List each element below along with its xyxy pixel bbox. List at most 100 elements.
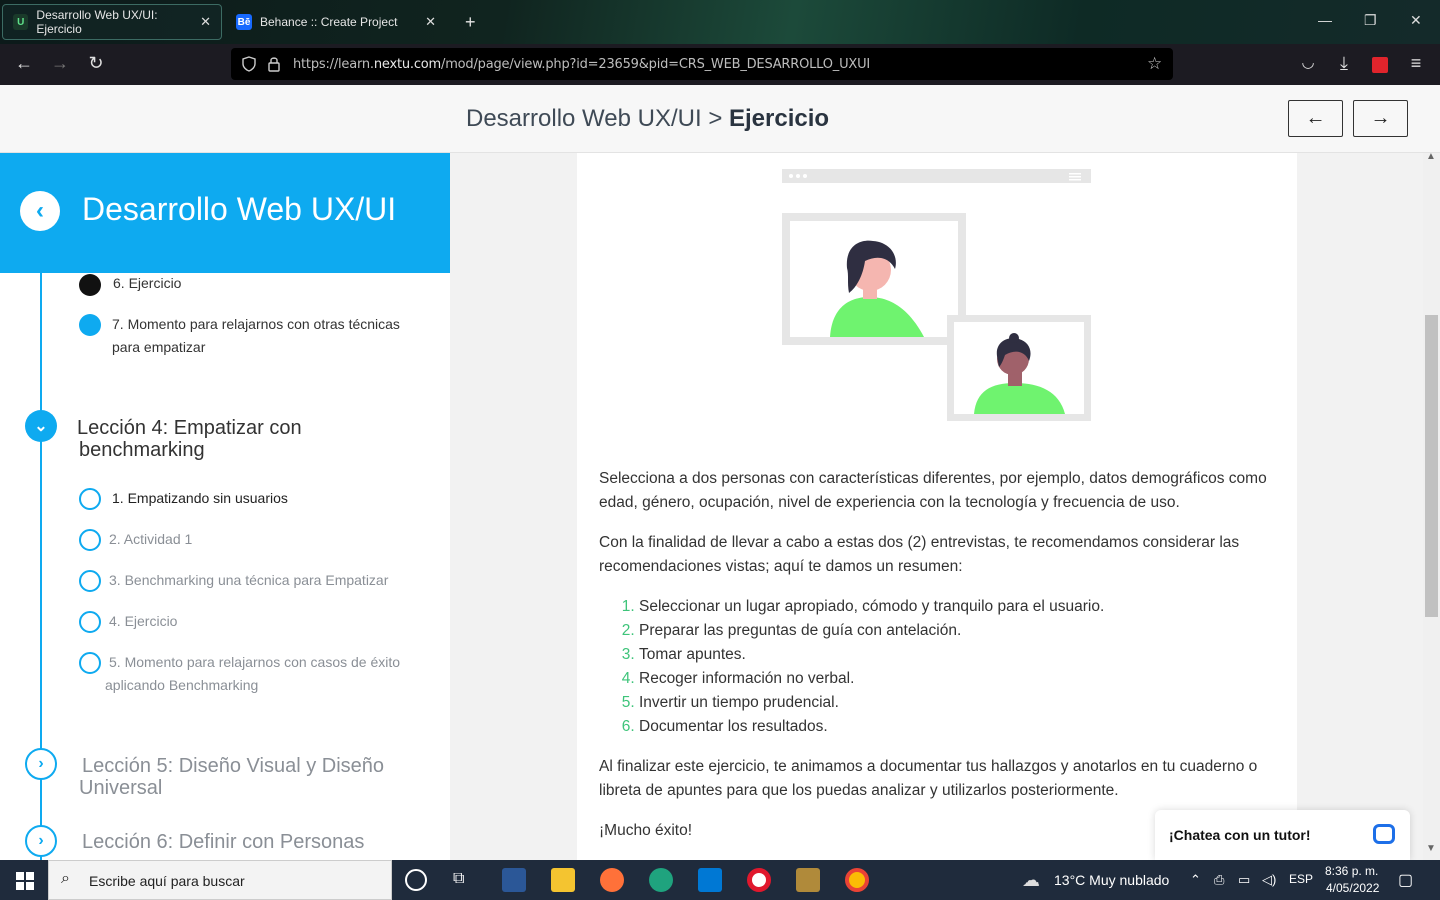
chevron-right-icon: › bbox=[38, 832, 44, 849]
language-indicator[interactable]: ESP bbox=[1289, 872, 1313, 886]
close-icon[interactable]: ✕ bbox=[200, 14, 211, 30]
bookmark-star-icon[interactable]: ☆ bbox=[1147, 54, 1162, 74]
list-item: Tomar apuntes. bbox=[639, 643, 1279, 667]
chevron-left-icon: ‹ bbox=[36, 197, 44, 224]
scroll-up-icon[interactable]: ▲ bbox=[1426, 151, 1436, 162]
lock-icon bbox=[268, 57, 280, 72]
close-icon[interactable]: ✕ bbox=[425, 14, 436, 30]
cloudy-weather-icon[interactable]: ☁ bbox=[1022, 870, 1040, 891]
lesson-4-title[interactable]: Lección 4: Empatizar con benchmarking bbox=[77, 417, 302, 461]
download-icon[interactable]: ⤓ bbox=[1332, 53, 1356, 74]
browser-nav-bar: ← → ↻ https://learn.nextu.com/mod/page/v… bbox=[0, 44, 1440, 85]
chevron-right-icon: › bbox=[38, 755, 44, 772]
tab-behance[interactable]: Bē Behance :: Create Project ✕ bbox=[226, 4, 446, 40]
list-item: Invertir un tiempo prudencial. bbox=[639, 691, 1279, 715]
task-view-icon[interactable]: ⧉ bbox=[453, 870, 464, 888]
url-text: https://learn.nextu.com/mod/page/view.ph… bbox=[293, 57, 871, 72]
tab-title: Desarrollo Web UX/UI: Ejercicio bbox=[36, 8, 158, 36]
pocket-icon[interactable]: ◡ bbox=[1296, 53, 1320, 71]
search-icon: ⌕ bbox=[61, 870, 70, 887]
edge-icon[interactable] bbox=[649, 868, 673, 892]
sidebar-item-empatizando[interactable]: 1. Empatizando sin usuarios bbox=[112, 487, 288, 510]
breadcrumb-current: Ejercicio bbox=[729, 105, 830, 132]
extension-icon[interactable] bbox=[1372, 57, 1388, 73]
page-scrollbar[interactable]: ▲ ▼ bbox=[1423, 151, 1440, 860]
forward-icon[interactable]: → bbox=[48, 53, 72, 74]
opera-icon[interactable] bbox=[747, 868, 771, 892]
paragraph-closing: Al finalizar este ejercicio, te animamos… bbox=[599, 758, 1258, 799]
prev-page-button[interactable]: ← bbox=[1288, 100, 1343, 137]
firefox-icon[interactable] bbox=[600, 868, 624, 892]
paragraph-intro: Selecciona a dos personas con caracterís… bbox=[599, 470, 1267, 511]
sidebar-item-actividad-1[interactable]: 2. Actividad 1 bbox=[109, 528, 192, 551]
progress-dot-empty bbox=[79, 488, 101, 510]
clock-time[interactable]: 8:36 p. m. bbox=[1325, 864, 1378, 878]
breadcrumb-separator: > bbox=[708, 105, 723, 132]
restore-icon[interactable]: ❐ bbox=[1364, 12, 1377, 29]
url-bar[interactable]: https://learn.nextu.com/mod/page/view.ph… bbox=[231, 48, 1173, 80]
chevron-down-icon: ⌄ bbox=[34, 418, 48, 435]
cortana-icon[interactable] bbox=[405, 869, 427, 891]
list-item: Documentar los resultados. bbox=[639, 715, 1279, 739]
file-explorer-icon[interactable] bbox=[551, 868, 575, 892]
sidebar-item-ejercicio-4[interactable]: 4. Ejercicio bbox=[109, 610, 177, 633]
notifications-icon[interactable]: ▢ bbox=[1398, 870, 1413, 890]
league-of-legends-icon[interactable] bbox=[796, 868, 820, 892]
lesson-6-toggle[interactable]: › bbox=[25, 825, 57, 857]
recommendations-list: Seleccionar un lugar apropiado, cómodo y… bbox=[639, 595, 1279, 739]
arrow-left-icon: ← bbox=[1305, 107, 1326, 129]
sidebar-title: Desarrollo Web UX/UI bbox=[82, 191, 397, 227]
scrollbar-thumb[interactable] bbox=[1425, 315, 1438, 617]
breadcrumb-course[interactable]: Desarrollo Web UX/UI bbox=[466, 105, 702, 132]
window-close-icon[interactable]: ✕ bbox=[1410, 12, 1422, 29]
volume-icon[interactable]: ◁) bbox=[1262, 872, 1276, 888]
progress-dot-complete bbox=[79, 274, 101, 296]
chat-bubble-icon bbox=[1373, 824, 1395, 844]
lesson-6-title[interactable]: Lección 6: Definir con Personas bbox=[82, 831, 364, 853]
windows-start-icon[interactable] bbox=[16, 872, 34, 890]
chrome-icon[interactable] bbox=[845, 868, 869, 892]
tab-title: Behance :: Create Project bbox=[260, 15, 398, 29]
next-page-button[interactable]: → bbox=[1353, 100, 1408, 137]
menu-icon[interactable]: ≡ bbox=[1404, 53, 1428, 74]
word-icon[interactable] bbox=[502, 868, 526, 892]
behance-favicon-icon: Bē bbox=[236, 14, 252, 30]
show-hidden-icons-icon[interactable]: ⌃ bbox=[1190, 872, 1201, 888]
browser-tab-bar: U Desarrollo Web UX/UI: Ejercicio ✕ Bē B… bbox=[0, 0, 1440, 44]
back-icon[interactable]: ← bbox=[12, 53, 36, 74]
paragraph-recommendations: Con la finalidad de llevar a cabo a esta… bbox=[599, 534, 1240, 575]
chat-label: ¡Chatea con un tutor! bbox=[1169, 827, 1311, 843]
lesson-text: Selecciona a dos personas con caracterís… bbox=[599, 467, 1279, 859]
taskbar-search-box[interactable]: ⌕ Escribe aquí para buscar bbox=[48, 860, 392, 900]
lesson-5-title[interactable]: Lección 5: Diseño Visual y Diseño Univer… bbox=[79, 755, 384, 799]
reload-icon[interactable]: ↻ bbox=[84, 53, 108, 74]
new-tab-button[interactable]: + bbox=[455, 4, 485, 40]
sidebar-item-benchmarking[interactable]: 3. Benchmarking una técnica para Empatiz… bbox=[109, 569, 388, 592]
vscode-icon[interactable] bbox=[698, 868, 722, 892]
video-call-illustration bbox=[782, 169, 1091, 421]
back-button[interactable]: ‹ bbox=[20, 191, 60, 231]
sidebar-item-casos-exito[interactable]: 5. Momento para relajarnos con casos de … bbox=[105, 651, 425, 697]
minimize-icon[interactable]: — bbox=[1318, 12, 1332, 28]
sidebar-item-momento-relajarnos[interactable]: 7. Momento para relajarnos con otras téc… bbox=[112, 313, 432, 359]
shield-icon bbox=[242, 56, 256, 72]
network-icon[interactable]: ▭ bbox=[1238, 872, 1250, 888]
sidebar-item-ejercicio[interactable]: 6. Ejercicio bbox=[113, 272, 181, 295]
list-item: Preparar las preguntas de guía con antel… bbox=[639, 619, 1279, 643]
lesson-content: Selecciona a dos personas con caracterís… bbox=[577, 153, 1297, 860]
lesson-5-toggle[interactable]: › bbox=[25, 748, 57, 780]
lesson-4-toggle[interactable]: ⌄ bbox=[25, 410, 57, 442]
meet-now-icon[interactable]: ⎙ bbox=[1214, 872, 1224, 888]
list-item: Seleccionar un lugar apropiado, cómodo y… bbox=[639, 595, 1279, 619]
windows-taskbar: ⌕ Escribe aquí para buscar ⧉ ☁ 13°C Muy … bbox=[0, 860, 1440, 900]
tab-desarrollo-web[interactable]: U Desarrollo Web UX/UI: Ejercicio ✕ bbox=[2, 4, 222, 40]
sidebar-header: ‹ Desarrollo Web UX/UI bbox=[0, 153, 450, 273]
search-placeholder: Escribe aquí para buscar bbox=[89, 873, 245, 889]
arrow-right-icon: → bbox=[1370, 107, 1391, 129]
clock-date[interactable]: 4/05/2022 bbox=[1326, 881, 1379, 895]
page-header: Desarrollo Web UX/UI > Ejercicio ← → bbox=[0, 85, 1440, 153]
weather-text[interactable]: 13°C Muy nublado bbox=[1054, 872, 1169, 888]
chat-widget[interactable]: ¡Chatea con un tutor! bbox=[1155, 810, 1410, 860]
progress-dot-empty bbox=[79, 529, 101, 551]
scroll-down-icon[interactable]: ▼ bbox=[1426, 843, 1436, 854]
